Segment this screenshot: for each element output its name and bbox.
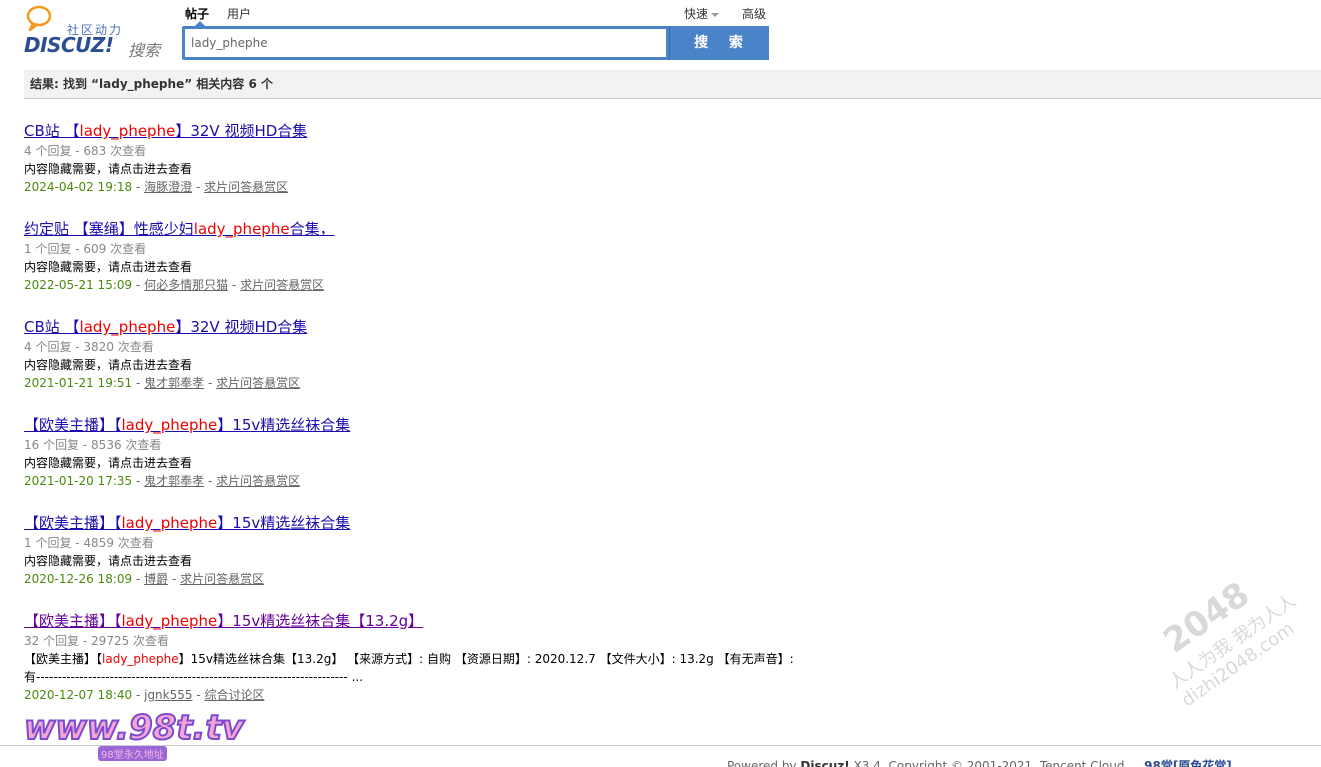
page-footer: Powered by Discuz! X3.4, Copyright © 200…: [727, 757, 1232, 767]
result-footer: 2020-12-26 18:09 - 博爵 - 求片问答悬赏区: [24, 572, 265, 586]
title-highlight: lady_phephe: [121, 612, 218, 630]
footer-product: Discuz!: [800, 759, 850, 767]
result-date: 2021-01-20 17:35: [24, 474, 133, 488]
result-footer: 2021-01-21 19:51 - 鬼才郭奉孝 - 求片问答悬赏区: [24, 376, 301, 390]
result-forum-link[interactable]: 求片问答悬赏区: [216, 474, 300, 488]
footer-site-link[interactable]: 98堂[原色花堂]: [1144, 759, 1232, 767]
title-highlight: lady_phephe: [79, 318, 176, 336]
title-text: 】32V 视频HD合集: [175, 318, 308, 336]
result-date: 2020-12-26 18:09: [24, 572, 133, 586]
dropdown-arrow-icon: [711, 12, 720, 17]
result-author-link[interactable]: 海豚澄澄: [144, 180, 192, 194]
result-meta: 1 个回复 - 609 次查看: [24, 242, 147, 256]
search-button[interactable]: 搜 索: [669, 26, 769, 60]
list-item: CB站 【lady_phephe】32V 视频HD合集 4 个回复 - 3820…: [24, 316, 804, 392]
title-text: 【欧美主播】【: [24, 416, 122, 434]
result-title-link[interactable]: CB站 【lady_phephe】32V 视频HD合集: [24, 316, 307, 338]
tab-posts[interactable]: 帖子: [185, 5, 210, 26]
list-item: 【欧美主播】【lady_phephe】15v精选丝袜合集【13.2g】 32 个…: [24, 610, 804, 704]
result-date: 2020-12-07 18:40: [24, 688, 133, 702]
search-box: 搜 索: [182, 26, 769, 60]
result-summary-bar: 结果: 找到 “lady_phephe” 相关内容 6 个: [24, 70, 1321, 99]
result-author-link[interactable]: 鬼才郭奉孝: [144, 474, 204, 488]
result-summary: 结果: 找到 “lady_phephe” 相关内容 6 个: [30, 77, 273, 91]
footer-copyright: Copyright © 2001-2021, Tencent Cloud.: [888, 759, 1129, 767]
result-meta: 32 个回复 - 29725 次查看: [24, 634, 170, 648]
result-date: 2021-01-21 19:51: [24, 376, 133, 390]
result-meta: 4 个回复 - 3820 次查看: [24, 340, 154, 354]
site-watermark-subtitle: 98堂永久地址: [98, 746, 167, 761]
discuz-logo[interactable]: 社区动力 DISCUZ! 搜索: [24, 5, 164, 60]
tab-posts-label: 帖子: [185, 7, 210, 21]
list-item: 【欧美主播】【lady_phephe】15v精选丝袜合集 16 个回复 - 85…: [24, 414, 804, 490]
logo-search-word: 搜索: [128, 41, 161, 60]
result-date: 2022-05-21 15:09: [24, 278, 133, 292]
title-text: 】15v精选丝袜合集: [217, 514, 351, 532]
title-text: 】15v精选丝袜合集: [217, 416, 351, 434]
result-forum-link[interactable]: 综合讨论区: [205, 688, 265, 702]
footer-version: X3.4: [853, 759, 881, 767]
result-date: 2024-04-02 19:18: [24, 180, 133, 194]
result-footer: 2022-05-21 15:09 - 何必多情那只猫 - 求片问答悬赏区: [24, 278, 325, 292]
title-text: 合集，: [289, 220, 335, 238]
result-title-link[interactable]: CB站 【lady_phephe】32V 视频HD合集: [24, 120, 307, 142]
result-summary-text: 内容隐藏需要，请点击进去查看: [24, 358, 193, 372]
title-highlight: lady_phephe: [193, 220, 290, 238]
result-meta: 16 个回复 - 8536 次查看: [24, 438, 162, 452]
result-author-link[interactable]: 鬼才郭奉孝: [144, 376, 204, 390]
result-author-link[interactable]: 博爵: [144, 572, 168, 586]
result-footer: 2020-12-07 18:40 - jgnk555 - 综合讨论区: [24, 688, 265, 702]
search-input[interactable]: [185, 29, 666, 57]
list-item: CB站 【lady_phephe】32V 视频HD合集 4 个回复 - 683 …: [24, 120, 804, 196]
title-text: 】15v精选丝袜合集【13.2g】: [217, 612, 424, 630]
list-item: 约定贴 【塞绳】性感少妇lady_phephe合集， 1 个回复 - 609 次…: [24, 218, 804, 294]
logo-brand: DISCUZ!: [24, 33, 114, 57]
chat-bubble-icon: [26, 5, 52, 31]
quick-search-label: 快速: [684, 7, 709, 21]
title-text: 【欧美主播】【: [24, 514, 122, 532]
result-forum-link[interactable]: 求片问答悬赏区: [240, 278, 324, 292]
title-text: 】32V 视频HD合集: [175, 122, 308, 140]
result-footer: 2024-04-02 19:18 - 海豚澄澄 - 求片问答悬赏区: [24, 180, 289, 194]
title-highlight: lady_phephe: [121, 416, 218, 434]
result-summary-text: 内容隐藏需要，请点击进去查看: [24, 456, 193, 470]
title-text: CB站 【: [24, 122, 80, 140]
result-summary-text: 内容隐藏需要，请点击进去查看: [24, 162, 193, 176]
quick-search-dropdown[interactable]: 快速: [684, 5, 720, 22]
result-author-link[interactable]: 何必多情那只猫: [144, 278, 228, 292]
title-highlight: lady_phephe: [79, 122, 176, 140]
result-forum-link[interactable]: 求片问答悬赏区: [204, 180, 288, 194]
list-item: 【欧美主播】【lady_phephe】15v精选丝袜合集 1 个回复 - 485…: [24, 512, 804, 588]
tab-users[interactable]: 用户: [227, 5, 251, 23]
site-watermark: www.98t.tv: [23, 707, 245, 749]
title-highlight: lady_phephe: [121, 514, 218, 532]
result-meta: 4 个回复 - 683 次查看: [24, 144, 147, 158]
result-summary-text: 【欧美主播】【lady_phephe】15v精选丝袜合集【13.2g】 【来源方…: [24, 652, 794, 684]
result-forum-link[interactable]: 求片问答悬赏区: [180, 572, 264, 586]
result-forum-link[interactable]: 求片问答悬赏区: [216, 376, 300, 390]
corner-watermark: 2048 人人为我 我为人人 dizhi2048.com: [1156, 574, 1300, 712]
result-title-link[interactable]: 【欧美主播】【lady_phephe】15v精选丝袜合集【13.2g】: [24, 610, 423, 632]
title-text: 【欧美主播】【: [24, 612, 122, 630]
title-text: 约定贴 【塞绳】性感少妇: [24, 220, 194, 238]
search-type-tabs: 帖子 用户: [185, 5, 251, 26]
result-meta: 1 个回复 - 4859 次查看: [24, 536, 154, 550]
result-summary-text: 内容隐藏需要，请点击进去查看: [24, 260, 193, 274]
advanced-search-link[interactable]: 高级: [742, 5, 766, 22]
title-text: CB站 【: [24, 318, 80, 336]
result-title-link[interactable]: 【欧美主播】【lady_phephe】15v精选丝袜合集: [24, 414, 350, 436]
result-title-link[interactable]: 【欧美主播】【lady_phephe】15v精选丝袜合集: [24, 512, 350, 534]
result-author-link[interactable]: jgnk555: [144, 688, 192, 702]
footer-powered: Powered by: [727, 759, 797, 767]
result-footer: 2021-01-20 17:35 - 鬼才郭奉孝 - 求片问答悬赏区: [24, 474, 301, 488]
result-summary-text: 内容隐藏需要，请点击进去查看: [24, 554, 193, 568]
result-title-link[interactable]: 约定贴 【塞绳】性感少妇lady_phephe合集，: [24, 218, 335, 240]
